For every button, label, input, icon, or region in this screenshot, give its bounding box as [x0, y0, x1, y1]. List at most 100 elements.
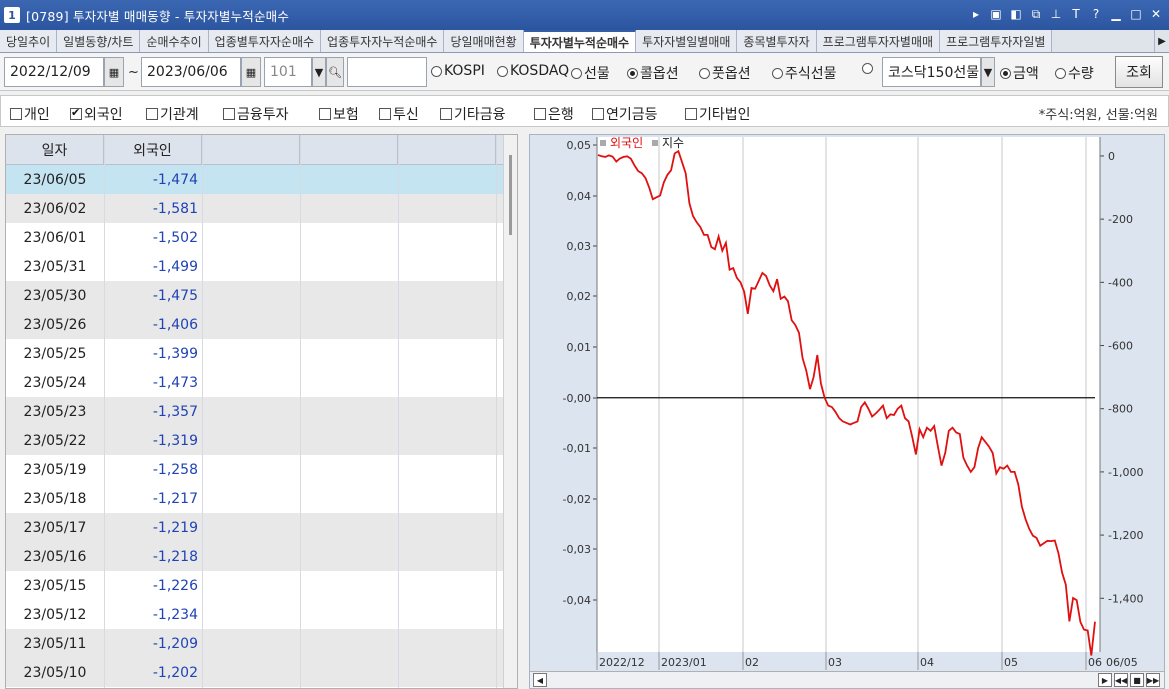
- calendar-icon[interactable]: ▦: [241, 57, 261, 87]
- tab-2[interactable]: 순매수추이: [140, 30, 209, 52]
- radio-icon[interactable]: [431, 65, 442, 77]
- market-radio-2[interactable]: 선물: [571, 63, 610, 83]
- table-row[interactable]: 23/06/02 -1,581: [6, 194, 503, 223]
- tab-4[interactable]: 업종투자자누적순매수: [321, 30, 445, 52]
- screen-icon[interactable]: ▣: [989, 5, 1003, 23]
- checkbox-icon[interactable]: [70, 106, 82, 120]
- table-row[interactable]: 23/05/17 -1,219: [6, 513, 503, 542]
- chevron-down-icon[interactable]: ▼: [981, 57, 995, 87]
- tab-10[interactable]: 프로그램투자자일별: [940, 30, 1053, 52]
- radio-icon[interactable]: [699, 67, 710, 79]
- date-from-input[interactable]: 2022/12/09: [4, 57, 104, 87]
- table-row[interactable]: 23/06/05 -1,474: [6, 165, 503, 194]
- radio-icon[interactable]: [627, 67, 638, 79]
- product-select[interactable]: 코스닥150선물: [882, 57, 981, 87]
- tab-6[interactable]: 투자자별누적순매수: [523, 30, 637, 52]
- close-icon[interactable]: ✕: [1149, 5, 1163, 23]
- scroll-left-icon[interactable]: ◀: [533, 673, 547, 687]
- table-row[interactable]: 23/05/31 -1,499: [6, 252, 503, 281]
- filter-checkbox-7[interactable]: 은행: [534, 104, 574, 124]
- table-row[interactable]: 23/05/11 -1,209: [6, 629, 503, 658]
- tab-1[interactable]: 일별동향/차트: [57, 30, 141, 52]
- radio-icon[interactable]: [571, 67, 582, 79]
- grid-scrollbar[interactable]: [503, 135, 517, 688]
- chevron-down-icon[interactable]: ▼: [312, 57, 326, 87]
- maximize-icon[interactable]: □: [1129, 5, 1143, 23]
- table-row[interactable]: 23/05/22 -1,319: [6, 426, 503, 455]
- filter-checkbox-2[interactable]: 기관계: [146, 104, 199, 124]
- tab-5[interactable]: 당일매매현황: [444, 30, 524, 52]
- copy-window-icon[interactable]: ⧉: [1029, 5, 1043, 23]
- tab-8[interactable]: 종목별투자자: [737, 30, 817, 52]
- table-row[interactable]: 23/05/26 -1,406: [6, 310, 503, 339]
- filter-checkbox-9[interactable]: 기타법인: [685, 104, 751, 124]
- measure-radio-1[interactable]: 수량: [1055, 63, 1094, 83]
- table-row[interactable]: 23/05/19 -1,258: [6, 455, 503, 484]
- query-button[interactable]: 조회: [1115, 56, 1163, 88]
- checkbox-icon[interactable]: [592, 108, 604, 120]
- radio-icon[interactable]: [862, 63, 873, 74]
- table-row[interactable]: 23/05/12 -1,234: [6, 600, 503, 629]
- filter-checkbox-3[interactable]: 금융투자: [223, 104, 289, 124]
- chart-scrollbar[interactable]: ◀ ▶ ◀◀ ■ ▶▶: [530, 671, 1164, 688]
- checkbox-icon[interactable]: [10, 108, 22, 120]
- checkbox-icon[interactable]: [223, 108, 235, 120]
- layout-icon[interactable]: ◧: [1009, 5, 1023, 23]
- radio-icon[interactable]: [1055, 67, 1066, 79]
- market-radio-6[interactable]: [862, 63, 875, 74]
- tab-7[interactable]: 투자자별일별매매: [636, 30, 738, 52]
- filter-checkbox-8[interactable]: 연기금등: [592, 104, 658, 124]
- pin-icon[interactable]: ⊥: [1049, 5, 1063, 23]
- tab-0[interactable]: 당일추이: [0, 30, 58, 52]
- market-radio-4[interactable]: 풋옵션: [699, 63, 751, 83]
- zoom-out-icon[interactable]: ◀◀: [1114, 673, 1128, 687]
- radio-icon[interactable]: [772, 67, 783, 79]
- table-row[interactable]: 23/05/10 -1,202: [6, 658, 503, 687]
- minimize-icon[interactable]: ▁: [1109, 5, 1123, 23]
- filter-checkbox-0[interactable]: 개인: [10, 104, 50, 124]
- filter-checkbox-5[interactable]: 투신: [379, 104, 419, 124]
- text-icon[interactable]: T: [1069, 5, 1083, 23]
- window-title: [0789] 투자자별 매매동향 - 투자자별누적순매수: [26, 8, 290, 24]
- date-to-input[interactable]: 2023/06/06: [141, 57, 241, 87]
- table-row[interactable]: 23/05/24 -1,473: [6, 368, 503, 397]
- tab-scroll-icon[interactable]: ▶: [1154, 30, 1169, 52]
- checkbox-icon[interactable]: [440, 108, 452, 120]
- checkbox-icon[interactable]: [146, 108, 158, 120]
- radio-icon[interactable]: [1000, 67, 1011, 79]
- arrow-right-icon[interactable]: ▸: [969, 5, 983, 23]
- market-radio-1[interactable]: KOSDAQ: [497, 63, 569, 79]
- row-foreigner-value: -1,406: [152, 316, 198, 333]
- tab-9[interactable]: 프로그램투자자별매매: [816, 30, 941, 52]
- tab-3[interactable]: 업종별투자자순매수: [208, 30, 322, 52]
- search-icon[interactable]: 🔍︎: [326, 57, 344, 87]
- filter-checkbox-1[interactable]: 외국인: [70, 104, 123, 124]
- help-icon[interactable]: ?: [1089, 5, 1103, 23]
- table-row[interactable]: 23/06/01 -1,502: [6, 223, 503, 252]
- table-row[interactable]: 23/05/25 -1,399: [6, 339, 503, 368]
- code-input[interactable]: 101: [264, 57, 312, 87]
- checkbox-icon[interactable]: [379, 108, 391, 120]
- scrollbar-thumb[interactable]: [509, 155, 512, 235]
- table-row[interactable]: 23/05/18 -1,217: [6, 484, 503, 513]
- checkbox-icon[interactable]: [319, 108, 331, 120]
- radio-icon[interactable]: [497, 65, 508, 77]
- checkbox-icon[interactable]: [685, 108, 697, 120]
- checkbox-icon[interactable]: [534, 108, 546, 120]
- filter-checkbox-4[interactable]: 보험: [319, 104, 359, 124]
- calendar-icon[interactable]: ▦: [104, 57, 124, 87]
- filter-checkbox-6[interactable]: 기타금융: [440, 104, 506, 124]
- market-radio-0[interactable]: KOSPI: [431, 63, 485, 79]
- table-row[interactable]: 23/05/15 -1,226: [6, 571, 503, 600]
- table-row[interactable]: 23/05/16 -1,218: [6, 542, 503, 571]
- market-radio-3[interactable]: 콜옵션: [627, 63, 679, 83]
- market-radio-5[interactable]: 주식선물: [772, 63, 837, 83]
- legend-index: 지수: [662, 136, 684, 150]
- row-date: 23/05/19: [23, 461, 87, 478]
- table-row[interactable]: 23/05/30 -1,475: [6, 281, 503, 310]
- measure-radio-0[interactable]: 금액: [1000, 63, 1039, 83]
- scroll-right-icon[interactable]: ▶: [1098, 673, 1112, 687]
- zoom-in-icon[interactable]: ▶▶: [1146, 673, 1160, 687]
- stop-icon[interactable]: ■: [1130, 673, 1144, 687]
- table-row[interactable]: 23/05/23 -1,357: [6, 397, 503, 426]
